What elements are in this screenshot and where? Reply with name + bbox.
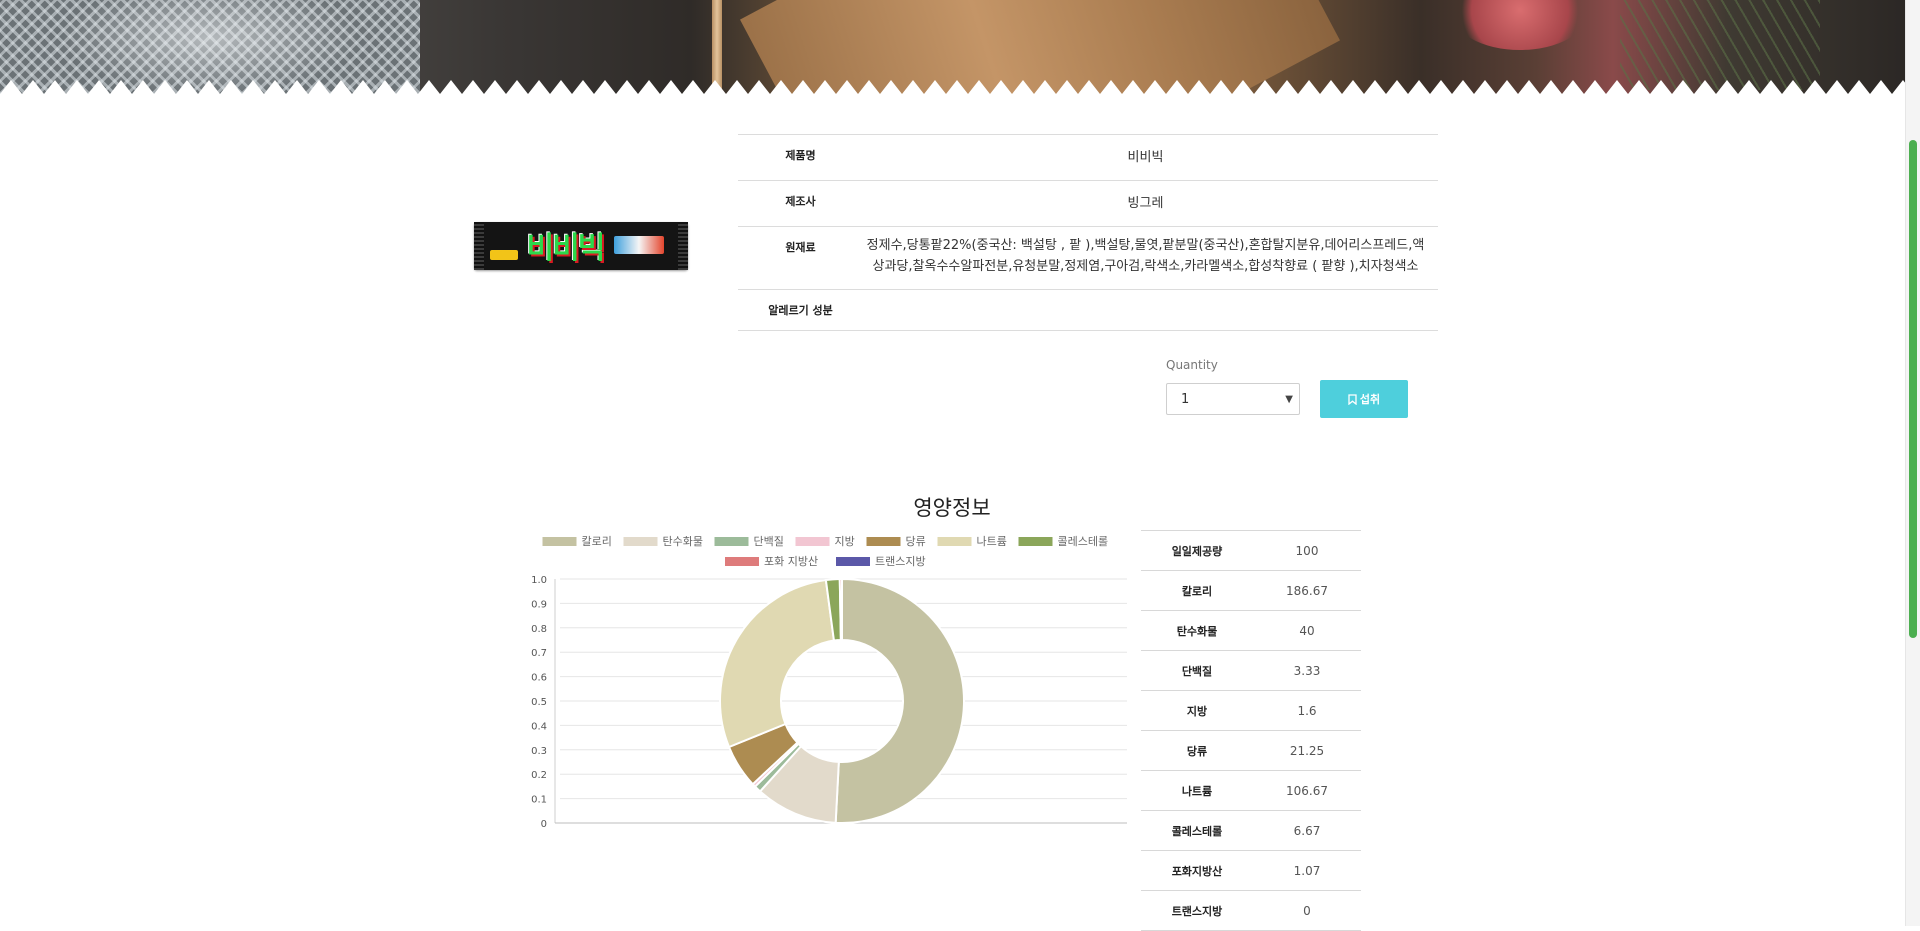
allergens-row: 알레르기 성분 — [738, 289, 1438, 331]
product-name-label: 제품명 — [738, 134, 863, 181]
y-tick-label: 0.5 — [531, 697, 547, 708]
nutrition-row: 당류 21.25 — [1141, 730, 1361, 771]
nutrition-row: 지방 1.6 — [1141, 690, 1361, 731]
legend-label: 트랜스지방 — [875, 555, 926, 568]
nutrition-title: 영양정보 — [913, 496, 991, 520]
y-tick-label: 0.3 — [531, 746, 547, 757]
flower-decoration — [1450, 0, 1590, 50]
nutrition-label: 탄수화물 — [1141, 610, 1253, 651]
y-tick-label: 0.2 — [531, 770, 547, 781]
legend-label: 콜레스테롤 — [1058, 535, 1109, 548]
quantity-label: Quantity — [1166, 358, 1218, 372]
nutrition-label: 콜레스테롤 — [1141, 810, 1253, 851]
y-tick-label: 0.7 — [531, 648, 547, 659]
legend-label: 포화 지방산 — [764, 555, 818, 568]
legend-label: 단백질 — [754, 535, 784, 548]
nutrition-label: 포화지방산 — [1141, 850, 1253, 891]
bookmark-icon — [1348, 393, 1357, 405]
nutrition-label: 지방 — [1141, 690, 1253, 731]
y-tick-label: 1.0 — [531, 575, 547, 586]
y-tick-label: 0.4 — [531, 721, 547, 732]
allergens-value — [863, 289, 1438, 331]
legend-swatch — [836, 557, 870, 566]
legend-swatch — [937, 537, 972, 546]
nutrition-value: 106.67 — [1253, 770, 1361, 811]
ingredients-label: 원재료 — [738, 226, 863, 290]
product-info-table: 제품명 비비빅 제조사 빙그레 원재료 정제수,당통팥22%(중국산: 백설탕 … — [738, 134, 1438, 331]
nutrition-doughnut-chart: 칼로리 탄수화물 단백질 지방 당류 나트륨 콜레스테롤포화 지방산 트랜스지방 1.0 0.9 0… — [531, 535, 1127, 830]
legend-label: 나트륨 — [977, 535, 1007, 548]
nutrition-value: 21.25 — [1253, 730, 1361, 771]
ingest-button[interactable]: 섭취 — [1320, 380, 1408, 418]
manufacturer-value: 빙그레 — [863, 180, 1438, 227]
nutrition-label: 당류 — [1141, 730, 1253, 771]
legend-swatch — [795, 537, 830, 546]
ingredients-value: 정제수,당통팥22%(중국산: 백설탕 , 팥 ),백설탕,물엿,팥분말(중국산… — [863, 226, 1438, 290]
manufacturer-row: 제조사 빙그레 — [738, 180, 1438, 227]
legend-swatch — [714, 537, 749, 546]
quantity-value: 1 — [1181, 392, 1190, 407]
product-name-row: 제품명 비비빅 — [738, 134, 1438, 181]
nutrition-row: 칼로리 186.67 — [1141, 570, 1361, 611]
y-tick-label: 0.6 — [531, 673, 547, 684]
legend-swatch — [725, 557, 759, 566]
product-logo: 비비빅 — [526, 231, 606, 266]
doughnut-slice — [838, 577, 843, 642]
ingest-button-label: 섭취 — [1359, 393, 1381, 406]
product-name-value: 비비빅 — [863, 134, 1438, 181]
nutrition-value: 40 — [1253, 610, 1361, 651]
legend-swatch — [866, 537, 901, 546]
allergens-label: 알레르기 성분 — [738, 289, 863, 331]
manufacturer-label: 제조사 — [738, 180, 863, 227]
nutrition-row: 트랜스지방 0 — [1141, 890, 1361, 931]
y-tick-label: 0 — [541, 819, 547, 830]
legend-label: 당류 — [906, 535, 926, 548]
nutrition-row: 포화지방산 1.07 — [1141, 850, 1361, 891]
y-tick-label: 0.9 — [531, 599, 547, 610]
nutrition-label: 단백질 — [1141, 650, 1253, 691]
nutrition-label: 트랜스지방 — [1141, 890, 1253, 931]
zigzag-edge — [0, 80, 1920, 96]
y-tick-label: 0.8 — [531, 624, 547, 635]
nutrition-value: 1.6 — [1253, 690, 1361, 731]
nutrition-row: 나트륨 106.67 — [1141, 770, 1361, 811]
nutrition-value: 6.67 — [1253, 810, 1361, 851]
y-tick-label: 0.1 — [531, 795, 547, 806]
legend-label: 탄수화물 — [663, 535, 703, 548]
nutrition-row: 탄수화물 40 — [1141, 610, 1361, 651]
nutrition-value: 1.07 — [1253, 850, 1361, 891]
legend-swatch — [542, 537, 577, 546]
nutrition-row: 단백질 3.33 — [1141, 650, 1361, 691]
legend-label: 칼로리 — [582, 535, 612, 548]
nutrition-value: 0 — [1253, 890, 1361, 931]
nutrition-row: 콜레스테롤 6.67 — [1141, 810, 1361, 851]
legend-label: 지방 — [835, 535, 855, 548]
product-image: 비비빅 — [474, 222, 688, 270]
scrollbar-thumb[interactable] — [1909, 140, 1917, 638]
nutrition-value: 186.67 — [1253, 570, 1361, 611]
legend-swatch — [1018, 537, 1053, 546]
page-scrollbar[interactable] — [1905, 0, 1920, 926]
nutrition-label: 나트륨 — [1141, 770, 1253, 811]
doughnut-slice — [719, 578, 836, 749]
nutrition-table: 일일제공량 100 칼로리 186.67 탄수화물 40 단백질 3.33 지방 1.6 당류 21.… — [1141, 530, 1361, 931]
nutrition-row: 일일제공량 100 — [1141, 530, 1361, 571]
nutrition-label: 칼로리 — [1141, 570, 1253, 611]
nutrition-value: 100 — [1253, 530, 1361, 571]
nutrition-label: 일일제공량 — [1141, 530, 1253, 571]
nutrition-value: 3.33 — [1253, 650, 1361, 691]
ingredients-row: 원재료 정제수,당통팥22%(중국산: 백설탕 , 팥 ),백설탕,물엿,팥분말… — [738, 226, 1438, 290]
quantity-select[interactable]: 1 ▼ — [1166, 383, 1300, 415]
hero-banner — [0, 0, 1920, 96]
chevron-down-icon: ▼ — [1285, 394, 1293, 405]
legend-swatch — [623, 537, 658, 546]
